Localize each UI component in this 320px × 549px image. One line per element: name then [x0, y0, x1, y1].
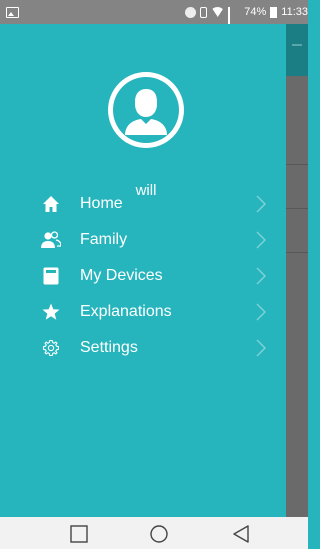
divider: [286, 252, 308, 253]
battery-percent: 74%: [244, 6, 267, 18]
chevron-right-icon: [256, 267, 266, 285]
signal-icon: [228, 6, 240, 34]
gallery-icon: [6, 6, 19, 18]
gear-icon: [41, 338, 61, 358]
battery-icon: [270, 6, 278, 18]
divider: [286, 208, 308, 209]
chevron-right-icon: [256, 339, 266, 357]
divider: [286, 164, 308, 165]
home-icon: [41, 194, 61, 214]
user-avatar-icon[interactable]: [108, 72, 184, 148]
underlying-toolbar: [286, 24, 308, 76]
menu-item-family[interactable]: Family: [0, 222, 286, 258]
app-screen: 74% 11:33 will Home Family My Devices Ex…: [0, 0, 308, 549]
menu-item-label: Settings: [80, 339, 138, 356]
underlying-page[interactable]: [286, 24, 308, 517]
family-icon: [41, 230, 61, 250]
star-icon: [41, 302, 61, 322]
back-button[interactable]: [232, 525, 250, 543]
menu-item-settings[interactable]: Settings: [0, 330, 286, 366]
status-bar: 74% 11:33: [0, 0, 308, 34]
chevron-right-icon: [256, 231, 266, 249]
menu-item-explanations[interactable]: Explanations: [0, 294, 286, 330]
navigation-drawer: will Home Family My Devices Explanations…: [0, 24, 286, 517]
chevron-right-icon: [256, 303, 266, 321]
menu-item-my-devices[interactable]: My Devices: [0, 258, 286, 294]
menu-item-label: Home: [80, 195, 123, 212]
status-icons: 74% 11:33: [185, 6, 308, 34]
wifi-icon: [211, 7, 225, 17]
devices-icon: [41, 266, 61, 286]
clock: 11:33: [281, 6, 308, 18]
recent-apps-button[interactable]: [70, 525, 88, 543]
menu-item-label: Family: [80, 231, 128, 248]
menu-item-label: Explanations: [80, 303, 172, 320]
menu-item-home[interactable]: Home: [0, 186, 286, 222]
sync-icon: [185, 6, 197, 18]
vibrate-icon: [200, 6, 208, 18]
menu-item-label: My Devices: [80, 267, 163, 284]
chevron-right-icon: [256, 195, 266, 213]
system-nav-bar: [0, 517, 308, 549]
home-button[interactable]: [150, 525, 168, 543]
menu-icon: [292, 44, 302, 46]
